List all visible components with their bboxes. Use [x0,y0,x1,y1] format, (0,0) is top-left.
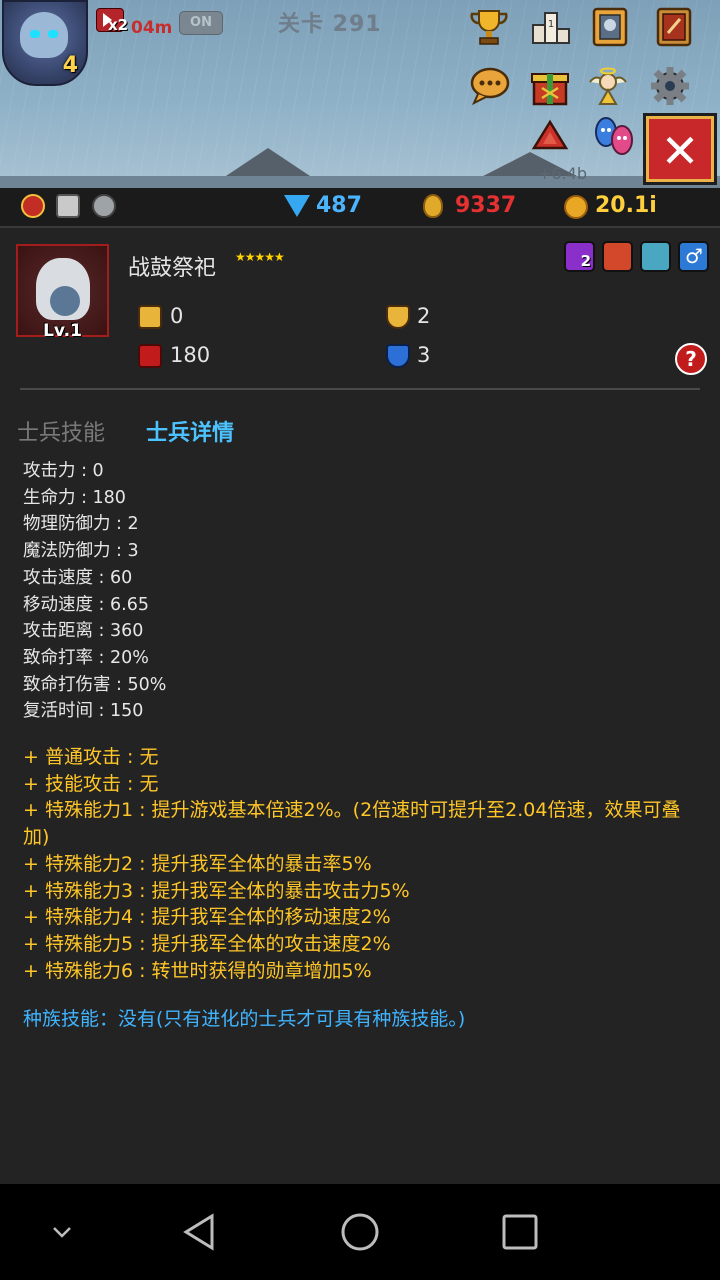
hero-red-icon[interactable] [21,194,45,218]
svg-text:1: 1 [548,19,554,30]
unit-stars: ★★★★★ [235,250,285,264]
speed-multiplier: x2 [108,16,129,34]
hero-skull-icon [20,12,68,58]
home-icon[interactable] [340,1212,380,1252]
tab-soldier-details[interactable]: 士兵详情 [146,415,234,447]
ground [0,176,720,188]
unit-drum [50,286,80,316]
hero-robot-icon[interactable] [92,194,116,218]
allies-icon[interactable] [590,112,638,160]
health-heart-icon [138,344,162,368]
medal-icon [423,194,443,218]
magic-shield-icon [386,344,410,368]
unit-level: Lv.1 [43,321,82,341]
stat-attack-speed: 攻击速度 : 60 [23,567,133,588]
gem-count: 487 [316,193,362,218]
settings-gear-icon[interactable] [648,64,692,108]
stats-list: 攻击力 : 0 生命力 : 180 物理防御力 : 2 魔法防御力 : 3 攻击… [23,458,703,725]
gold-count: 20.1i [595,193,657,218]
help-button[interactable]: ? [675,343,707,375]
speed-timer: 04m [131,18,173,38]
armor-shield-icon [386,305,410,329]
stat-physical-defense: 物理防御力 : 2 [23,514,139,535]
ability-special-6: + 特殊能力6 : 转世时获得的勋章增加5% [23,959,372,982]
close-button[interactable]: ✕ [643,113,717,185]
recents-icon[interactable] [500,1212,540,1252]
quest-book-icon[interactable] [588,5,632,49]
back-icon[interactable] [180,1212,220,1252]
chat-icon[interactable] [468,64,512,108]
stat-crit-damage: 致命打伤害 : 50% [23,674,167,695]
unit-name: 战鼓祭祀 [128,256,217,281]
ability-special-1: + 特殊能力1 : 提升游戏基本倍速2%。(2倍速时可提升至2.04倍速，效果可… [23,799,681,849]
game-scene: 4 x2 04m ON 关卡 291 1 +6.4b [0,0,720,188]
medal-count: 9337 [455,193,517,218]
trophy-icon[interactable] [467,5,511,49]
fire-element-icon[interactable] [602,241,633,272]
tab-soldier-skills[interactable]: 士兵技能 [17,415,105,447]
upgrade-arrow-icon[interactable] [528,116,572,156]
ability-special-4: + 特殊能力4 : 提升我军全体的移动速度2% [23,906,391,929]
gold-coin-icon [564,195,588,219]
system-nav-bar [0,1184,720,1280]
stat-magic-defense: 魔法防御力 : 3 [23,541,139,562]
hero-eye [30,30,40,38]
male-symbol: ♂ [685,244,703,268]
attack-sword-icon [138,305,162,329]
male-gender-icon[interactable]: ♂ [678,241,709,272]
leaderboard-icon[interactable]: 1 [529,5,573,49]
attack-value: 0 [170,304,184,328]
robot-type-icon[interactable] [640,241,671,272]
ability-special-2: + 特殊能力2 : 提升我军全体的暴击率5% [23,852,372,875]
unit-portrait: Lv.1 [16,244,109,341]
stat-move-speed: 移动速度 : 6.65 [23,594,149,615]
stat-respawn-time: 复活时间 : 150 [23,701,144,722]
ability-normal-attack: + 普通攻击 : 无 [23,746,159,768]
stat-attack-range: 攻击距离 : 360 [23,621,144,642]
auto-toggle[interactable]: ON [179,11,223,35]
ability-special-3: + 特殊能力3 : 提升我军全体的暴击攻击力5% [23,879,410,902]
abilities-list: + 普通攻击 : 无 + 技能攻击 : 无 + 特殊能力1 : 提升游戏基本倍速… [23,744,695,984]
offline-income: +6.4b [538,164,588,183]
divider [20,388,700,390]
stat-hp: 生命力 : 180 [23,487,126,508]
hp-value: 180 [170,343,211,367]
spellbook-icon[interactable] [652,5,696,49]
race-skill-note: 种族技能：没有(只有进化的士兵才可具有种族技能。) [23,1008,466,1030]
armor-value: 2 [417,304,431,328]
skill-level-icon[interactable]: 2 [564,241,595,272]
stage-title: 关卡 291 [278,12,382,37]
close-icon: ✕ [660,124,700,178]
hero-knight-icon[interactable] [56,194,80,218]
stat-attack: 攻击力 : 0 [23,461,104,481]
resource-bar: 487 9337 20.1i [0,188,720,228]
ability-skill-attack: + 技能攻击 : 无 [23,772,159,795]
skill-level-badge: 2 [580,252,591,270]
hide-nav-chevron-icon[interactable] [42,1212,82,1252]
hero-level: 4 [62,53,78,78]
gift-box-icon[interactable] [528,64,572,108]
hero-eye [48,30,58,38]
magic-resist-value: 3 [417,343,431,367]
ability-special-5: + 特殊能力5 : 提升我军全体的攻击速度2% [23,932,391,955]
angel-icon[interactable] [586,64,630,108]
hero-portrait-button[interactable]: 4 [2,0,88,86]
gem-icon [284,195,310,217]
stat-crit-rate: 致命打率 : 20% [23,647,149,668]
